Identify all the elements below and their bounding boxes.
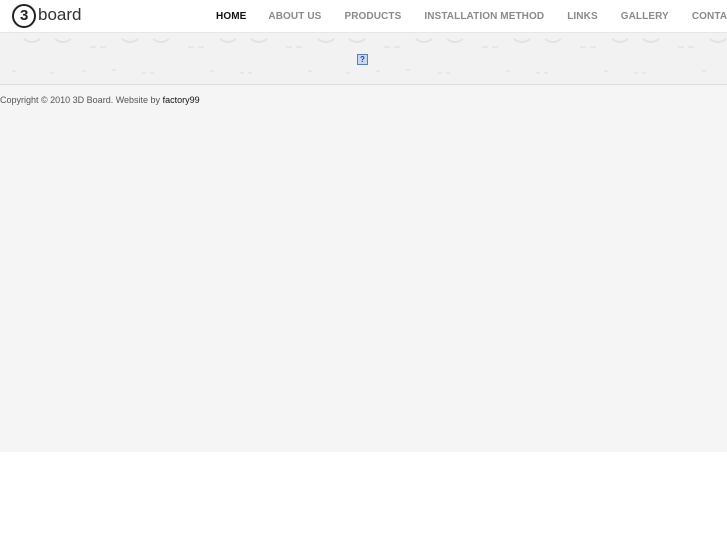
nav-item-contact-us[interactable]: CONTACT US — [692, 11, 727, 22]
nav-item-gallery[interactable]: GALLERY — [621, 11, 669, 22]
nav-item-home[interactable]: HOME — [216, 11, 246, 22]
logo-text: board — [38, 5, 82, 24]
nav-item-installation-method[interactable]: INSTALLATION METHOD — [424, 11, 544, 22]
logo[interactable]: 3 board — [12, 3, 86, 29]
site-header: 3 board HOME ABOUT US PRODUCTS INSTALLAT… — [0, 0, 727, 33]
nav-item-links[interactable]: LINKS — [567, 11, 598, 22]
broken-image-icon: ? — [357, 54, 368, 65]
factory99-link[interactable]: factory99 — [163, 95, 200, 105]
copyright-text: Copyright © 2010 3D Board. Website by — [0, 95, 161, 105]
logo-mark-text: 3 — [20, 7, 29, 24]
broken-image-glyph: ? — [360, 55, 365, 64]
nav-item-products[interactable]: PRODUCTS — [344, 11, 401, 22]
nav-item-about-us[interactable]: ABOUT US — [268, 11, 321, 22]
footer: Copyright © 2010 3D Board. Website by fa… — [0, 95, 200, 105]
logo-mark-icon: 3 — [12, 4, 36, 28]
main-nav: HOME ABOUT US PRODUCTS INSTALLATION METH… — [205, 0, 727, 32]
